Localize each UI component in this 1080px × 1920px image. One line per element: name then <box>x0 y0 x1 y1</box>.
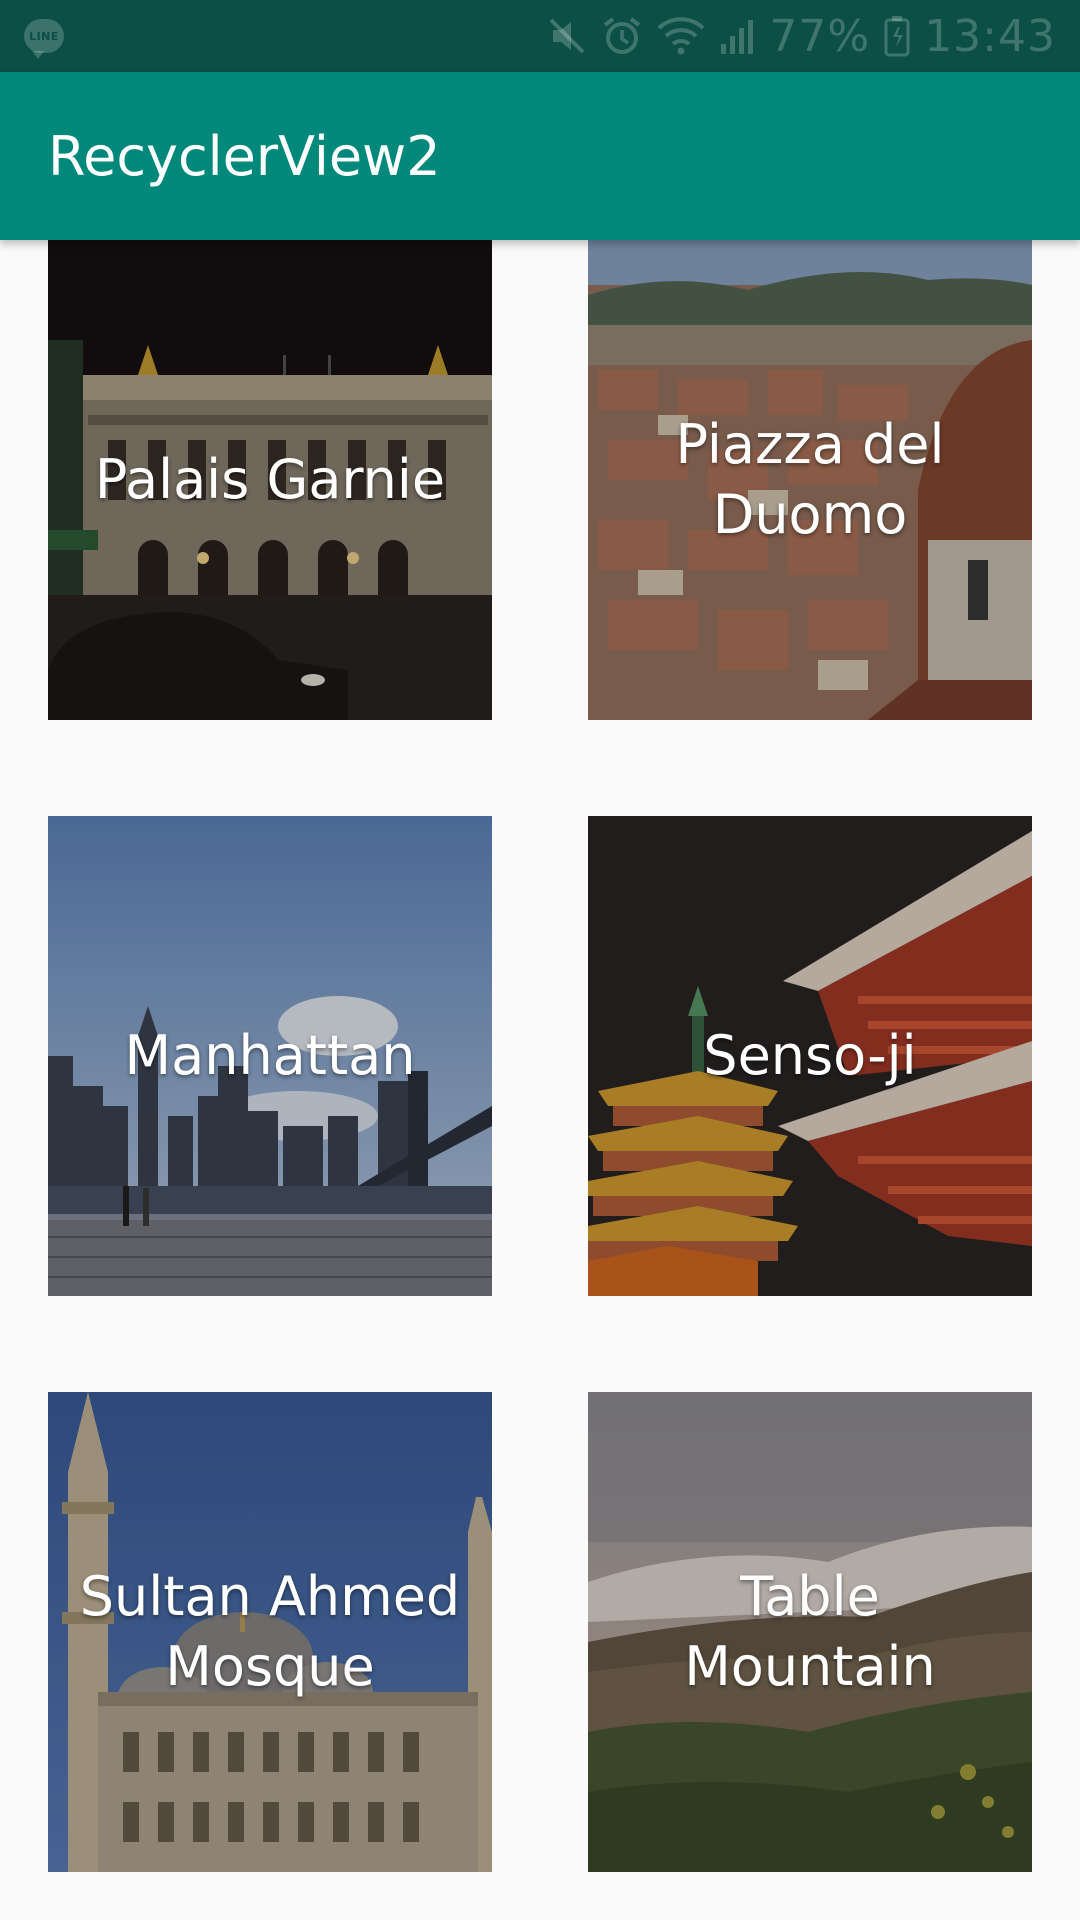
place-card-palais-garnier[interactable]: Palais Garnie <box>48 240 492 720</box>
status-bar: LINE 77% 13:43 <box>0 0 1080 72</box>
app-bar: RecyclerView2 <box>0 72 1080 240</box>
place-label: Palais Garnie <box>94 448 446 511</box>
place-card-sultan-ahmed-mosque[interactable]: Sultan Ahmed Mosque <box>48 1392 492 1872</box>
wifi-icon <box>657 16 705 56</box>
alarm-icon <box>601 15 643 57</box>
places-grid[interactable]: Palais Garnie Piazza del Duomo Manhattan… <box>0 240 1080 1920</box>
line-app-icon: LINE <box>24 19 64 59</box>
signal-icon <box>719 16 755 56</box>
place-label: Table Mountain <box>684 1565 936 1698</box>
place-label: Piazza del Duomo <box>675 413 945 546</box>
place-card-senso-ji[interactable]: Senso-ji <box>588 816 1032 1296</box>
status-notifications: LINE <box>24 19 64 59</box>
app-title: RecyclerView2 <box>48 124 441 188</box>
battery-percent: 77% <box>769 10 871 62</box>
place-card-manhattan[interactable]: Manhattan <box>48 816 492 1296</box>
place-label: Sultan Ahmed Mosque <box>79 1565 461 1698</box>
battery-icon <box>884 15 910 57</box>
mute-icon <box>547 16 587 56</box>
status-indicators: 77% 13:43 <box>547 11 1056 62</box>
place-label: Senso-ji <box>703 1024 917 1087</box>
place-card-piazza-del-duomo[interactable]: Piazza del Duomo <box>588 240 1032 720</box>
place-card-table-mountain[interactable]: Table Mountain <box>588 1392 1032 1872</box>
status-time: 13:43 <box>924 10 1056 62</box>
place-label: Manhattan <box>124 1024 416 1087</box>
